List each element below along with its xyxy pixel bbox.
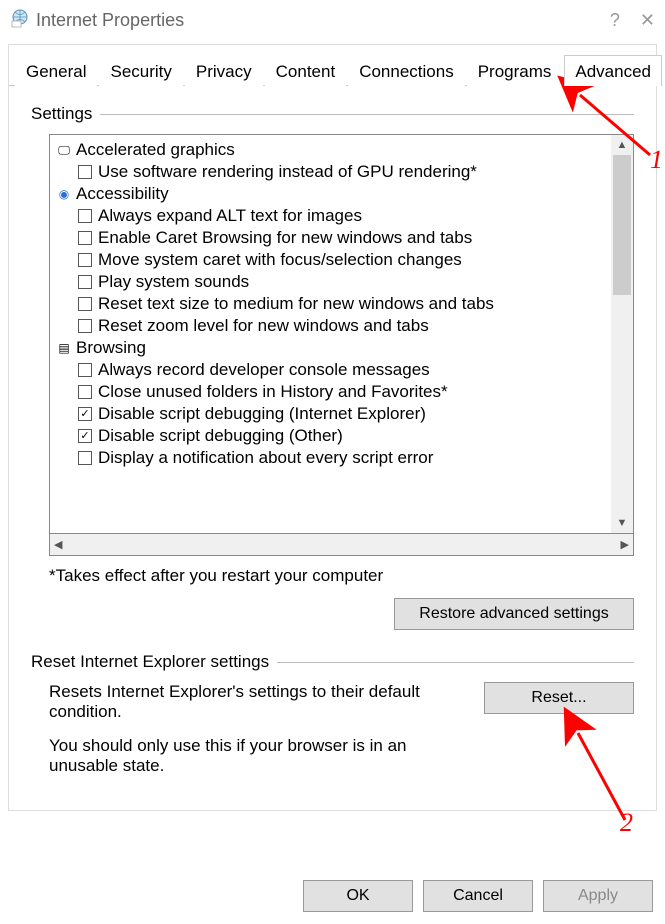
- checkbox[interactable]: [78, 297, 92, 311]
- tab-general[interactable]: General: [15, 55, 97, 86]
- checkbox[interactable]: [78, 231, 92, 245]
- scroll-down-icon[interactable]: ▼: [617, 513, 628, 533]
- setting-label: Enable Caret Browsing for new windows an…: [98, 228, 472, 248]
- group-accelerated-graphics: 🖵 Accelerated graphics: [56, 139, 605, 161]
- setting-label: Reset zoom level for new windows and tab…: [98, 316, 429, 336]
- setting-item[interactable]: Reset zoom level for new windows and tab…: [56, 315, 605, 337]
- setting-item[interactable]: Play system sounds: [56, 271, 605, 293]
- setting-label: Display a notification about every scrip…: [98, 448, 433, 468]
- settings-label: Settings: [31, 104, 92, 124]
- group-label: Browsing: [76, 338, 146, 358]
- divider: [277, 662, 634, 663]
- checkbox[interactable]: [78, 407, 92, 421]
- checkbox[interactable]: [78, 319, 92, 333]
- setting-label: Close unused folders in History and Favo…: [98, 382, 448, 402]
- setting-item[interactable]: Close unused folders in History and Favo…: [56, 381, 605, 403]
- vertical-scrollbar[interactable]: ▲ ▼: [611, 135, 633, 533]
- window-title: Internet Properties: [36, 10, 604, 31]
- tab-privacy[interactable]: Privacy: [185, 55, 263, 86]
- setting-item[interactable]: Reset text size to medium for new window…: [56, 293, 605, 315]
- group-label: Accessibility: [76, 184, 169, 204]
- settings-listbox[interactable]: 🖵 Accelerated graphics Use software rend…: [49, 134, 634, 534]
- horizontal-scrollbar[interactable]: ◀ ▶: [49, 534, 634, 556]
- system-buttons: ? ✕: [610, 10, 655, 31]
- checkbox[interactable]: [78, 451, 92, 465]
- setting-item[interactable]: Always expand ALT text for images: [56, 205, 605, 227]
- setting-label: Disable script debugging (Internet Explo…: [98, 404, 426, 424]
- advanced-panel: Settings 🖵 Accelerated graphics Use soft…: [9, 86, 656, 810]
- checkbox[interactable]: [78, 429, 92, 443]
- scroll-up-icon[interactable]: ▲: [617, 135, 628, 155]
- close-button[interactable]: ✕: [640, 10, 655, 31]
- checkbox[interactable]: [78, 165, 92, 179]
- ok-button[interactable]: OK: [303, 880, 413, 912]
- tab-strip: General Security Privacy Content Connect…: [9, 55, 656, 86]
- setting-label: Use software rendering instead of GPU re…: [98, 162, 477, 182]
- checkbox[interactable]: [78, 385, 92, 399]
- setting-label: Move system caret with focus/selection c…: [98, 250, 462, 270]
- tab-advanced[interactable]: Advanced: [564, 55, 662, 86]
- reset-label: Reset Internet Explorer settings: [31, 652, 269, 672]
- checkbox[interactable]: [78, 253, 92, 267]
- setting-label: Play system sounds: [98, 272, 249, 292]
- group-accessibility: ◉ Accessibility: [56, 183, 605, 205]
- setting-item[interactable]: Disable script debugging (Other): [56, 425, 605, 447]
- settings-group-header: Settings: [31, 104, 634, 124]
- scroll-left-icon[interactable]: ◀: [54, 538, 62, 551]
- app-icon: [10, 8, 30, 32]
- monitor-icon: 🖵: [56, 142, 72, 158]
- annotation-2: 2: [620, 808, 633, 838]
- setting-item[interactable]: Enable Caret Browsing for new windows an…: [56, 227, 605, 249]
- dialog-body: General Security Privacy Content Connect…: [8, 44, 657, 811]
- checkbox[interactable]: [78, 275, 92, 289]
- restart-footnote: *Takes effect after you restart your com…: [49, 566, 634, 586]
- page-icon: ▤: [56, 340, 72, 356]
- setting-item[interactable]: Display a notification about every scrip…: [56, 447, 605, 469]
- dialog-buttons: OK Cancel Apply: [303, 880, 653, 912]
- scroll-right-icon[interactable]: ▶: [621, 538, 629, 551]
- setting-item[interactable]: Move system caret with focus/selection c…: [56, 249, 605, 271]
- accessibility-icon: ◉: [56, 186, 72, 202]
- group-browsing: ▤ Browsing: [56, 337, 605, 359]
- settings-list-content: 🖵 Accelerated graphics Use software rend…: [50, 135, 611, 533]
- setting-label: Disable script debugging (Other): [98, 426, 343, 446]
- reset-warning: You should only use this if your browser…: [49, 736, 468, 776]
- setting-label: Reset text size to medium for new window…: [98, 294, 494, 314]
- tab-security[interactable]: Security: [99, 55, 182, 86]
- restore-advanced-button[interactable]: Restore advanced settings: [394, 598, 634, 630]
- group-label: Accelerated graphics: [76, 140, 235, 160]
- help-button[interactable]: ?: [610, 10, 620, 31]
- reset-group-header: Reset Internet Explorer settings: [31, 652, 634, 672]
- setting-label: Always record developer console messages: [98, 360, 430, 380]
- tab-programs[interactable]: Programs: [467, 55, 563, 86]
- setting-item[interactable]: Always record developer console messages: [56, 359, 605, 381]
- reset-description: Resets Internet Explorer's settings to t…: [49, 682, 468, 722]
- setting-item[interactable]: Disable script debugging (Internet Explo…: [56, 403, 605, 425]
- reset-group: Reset Internet Explorer settings Resets …: [31, 652, 634, 790]
- cancel-button[interactable]: Cancel: [423, 880, 533, 912]
- tab-content[interactable]: Content: [265, 55, 347, 86]
- titlebar: Internet Properties ? ✕: [0, 0, 665, 40]
- scroll-thumb[interactable]: [613, 155, 631, 295]
- reset-button[interactable]: Reset...: [484, 682, 634, 714]
- setting-label: Always expand ALT text for images: [98, 206, 362, 226]
- apply-button[interactable]: Apply: [543, 880, 653, 912]
- tab-connections[interactable]: Connections: [348, 55, 465, 86]
- checkbox[interactable]: [78, 209, 92, 223]
- checkbox[interactable]: [78, 363, 92, 377]
- setting-item[interactable]: Use software rendering instead of GPU re…: [56, 161, 605, 183]
- divider: [100, 114, 634, 115]
- scroll-track[interactable]: [611, 155, 633, 513]
